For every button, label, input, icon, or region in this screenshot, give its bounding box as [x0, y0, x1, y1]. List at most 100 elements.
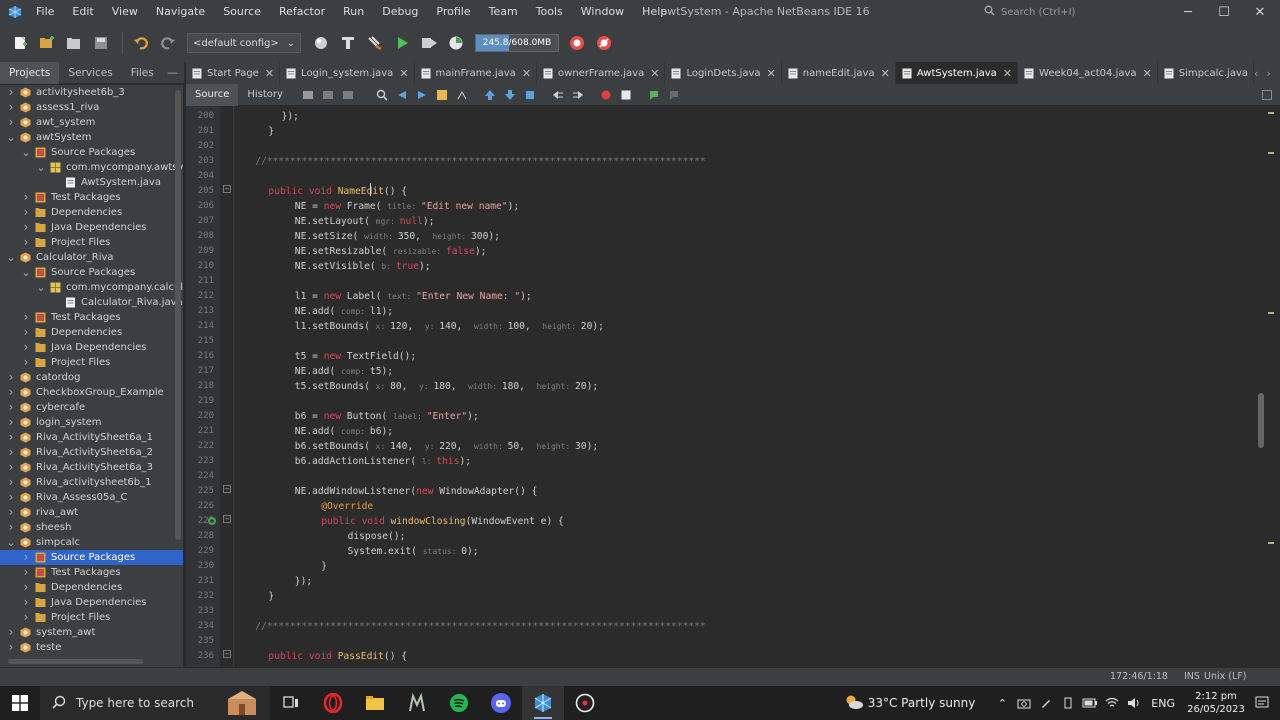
memory-usage-indicator[interactable]: 245.8/608.0MB — [475, 34, 559, 52]
error-stripe-mark[interactable] — [1268, 152, 1274, 154]
pen-icon[interactable] — [1036, 693, 1056, 713]
tree-item[interactable]: › Source Packages — [0, 550, 183, 565]
tree-item[interactable]: › Project Files — [0, 610, 183, 625]
weather-label[interactable]: 33°C Partly sunny — [868, 696, 976, 710]
editor-tab[interactable]: AwtSystem.java ✕ — [895, 62, 1019, 84]
debug-project-button[interactable] — [417, 31, 441, 55]
menu-file[interactable]: File — [27, 0, 63, 24]
expand-chevron-icon[interactable]: › — [21, 595, 31, 610]
menu-view[interactable]: View — [103, 0, 147, 24]
expand-chevron-icon[interactable]: › — [6, 640, 16, 655]
expand-chevron-icon[interactable]: › — [6, 520, 16, 535]
tree-item[interactable]: › teste — [0, 640, 183, 655]
stop-macro-recording-icon[interactable] — [619, 88, 633, 102]
expand-chevron-icon[interactable]: › — [21, 235, 31, 250]
expand-chevron-icon[interactable]: › — [21, 340, 31, 355]
editor-tab[interactable]: Week04_act04.java ✕ — [1018, 62, 1158, 84]
tree-item[interactable]: › Java Dependencies — [0, 220, 183, 235]
expand-chevron-icon[interactable]: › — [6, 460, 16, 475]
previous-bookmark-icon[interactable] — [483, 88, 497, 102]
fold-toggle-icon[interactable]: − — [223, 515, 231, 523]
tree-item[interactable]: › Test Packages — [0, 565, 183, 580]
close-tab-icon[interactable]: ✕ — [522, 67, 531, 80]
editor-tab[interactable]: mainFrame.java ✕ — [415, 62, 538, 84]
undo-button[interactable] — [129, 31, 153, 55]
expand-chevron-icon[interactable]: › — [6, 625, 16, 640]
gc-button[interactable] — [565, 31, 589, 55]
comment-icon[interactable] — [647, 88, 661, 102]
tree-item[interactable]: › catordog — [0, 370, 183, 385]
fold-toggle-icon[interactable]: − — [223, 485, 231, 493]
next-bookmark-icon[interactable] — [503, 88, 517, 102]
toggle-bookmark-icon[interactable] — [523, 88, 537, 102]
editor-tab[interactable]: ownerFrame.java ✕ — [537, 62, 666, 84]
tree-item[interactable]: › Dependencies — [0, 580, 183, 595]
wifi-icon[interactable] — [1102, 693, 1122, 713]
override-marker-icon[interactable] — [207, 516, 217, 529]
config-dropdown[interactable]: <default config> ⌄ — [187, 33, 301, 53]
editor-scroll-thumb[interactable] — [1258, 393, 1264, 448]
task-view-icon[interactable] — [270, 686, 312, 720]
profile-project-button[interactable] — [444, 31, 468, 55]
game-app-icon[interactable] — [396, 686, 438, 720]
scroll-tabs-right-icon[interactable]: › — [1266, 67, 1270, 80]
find-icon[interactable] — [375, 88, 389, 102]
tab-source[interactable]: Source — [186, 83, 239, 106]
collapse-chevron-icon[interactable]: ⌄ — [6, 130, 16, 145]
new-project-button[interactable] — [35, 31, 59, 55]
tree-item[interactable]: › Java Dependencies — [0, 340, 183, 355]
build-hammer-button[interactable] — [336, 31, 360, 55]
menu-profile[interactable]: Profile — [427, 0, 479, 24]
expand-chevron-icon[interactable]: › — [21, 220, 31, 235]
collapse-chevron-icon[interactable]: ⌄ — [36, 160, 46, 175]
tree-item[interactable]: AwtSystem.java — [0, 175, 183, 190]
tree-item[interactable]: › riva_awt — [0, 505, 183, 520]
collapse-chevron-icon[interactable]: ⌄ — [21, 145, 31, 160]
editor-tab[interactable]: Start Page ✕ — [186, 62, 281, 84]
target-config-icon[interactable] — [309, 31, 333, 55]
minimize-button[interactable]: ─ — [1170, 0, 1206, 24]
clock[interactable]: 2:12 pm 26/05/2023 — [1185, 690, 1247, 716]
expand-chevron-icon[interactable]: › — [6, 430, 16, 445]
tree-item[interactable]: › Dependencies — [0, 325, 183, 340]
menu-debug[interactable]: Debug — [373, 0, 427, 24]
editor-tab[interactable]: Simpcalc.java✕ — [1158, 62, 1255, 84]
expand-chevron-icon[interactable]: › — [6, 385, 16, 400]
camera-icon[interactable] — [1014, 693, 1034, 713]
uncomment-icon[interactable] — [667, 88, 681, 102]
profiler-snapshot-button[interactable] — [592, 31, 616, 55]
expand-chevron-icon[interactable]: › — [21, 550, 31, 565]
expand-chevron-icon[interactable]: › — [21, 310, 31, 325]
tree-item[interactable]: ⌄ com.mycompany.awtsys — [0, 160, 183, 175]
expand-chevron-icon[interactable]: › — [21, 190, 31, 205]
weather-icon[interactable] — [844, 694, 864, 713]
expand-chevron-icon[interactable]: › — [21, 355, 31, 370]
tab-history[interactable]: History — [238, 84, 292, 106]
shift-right-icon[interactable] — [571, 88, 585, 102]
editor-tab[interactable]: nameEdit.java ✕ — [782, 62, 896, 84]
maximize-button[interactable]: ☐ — [1206, 0, 1242, 24]
code-editor[interactable]: });} //**********************************… — [234, 106, 1256, 667]
tree-horizontal-scrollbar[interactable] — [8, 659, 143, 664]
tab-services[interactable]: Services — [59, 62, 121, 84]
tree-item[interactable]: ⌄ simpcalc — [0, 535, 183, 550]
taskbar-search-box[interactable]: Type here to search — [40, 686, 270, 720]
battery-icon[interactable] — [1080, 693, 1100, 713]
collapse-chevron-icon[interactable]: ⌄ — [6, 250, 16, 265]
start-macro-recording-icon[interactable] — [599, 88, 613, 102]
tree-item[interactable]: ⌄ awtSystem — [0, 130, 183, 145]
expand-chevron-icon[interactable]: › — [21, 565, 31, 580]
volume-icon[interactable] — [1124, 693, 1144, 713]
open-project-button[interactable] — [62, 31, 86, 55]
scroll-tabs-left-icon[interactable]: ‹ — [1254, 67, 1258, 80]
collapse-chevron-icon[interactable]: ⌄ — [21, 265, 31, 280]
netbeans-taskbar-icon[interactable] — [522, 686, 564, 720]
quick-search-input[interactable]: Search (Ctrl+I) — [984, 3, 1166, 21]
close-tab-icon[interactable]: ✕ — [265, 67, 274, 80]
expand-chevron-icon[interactable]: › — [6, 100, 16, 115]
close-tab-icon[interactable]: ✕ — [881, 67, 890, 80]
tree-item[interactable]: › Project Files — [0, 235, 183, 250]
opera-icon[interactable] — [312, 686, 354, 720]
input-language[interactable]: ENG — [1151, 697, 1175, 710]
rectangular-selection-icon[interactable] — [455, 88, 469, 102]
